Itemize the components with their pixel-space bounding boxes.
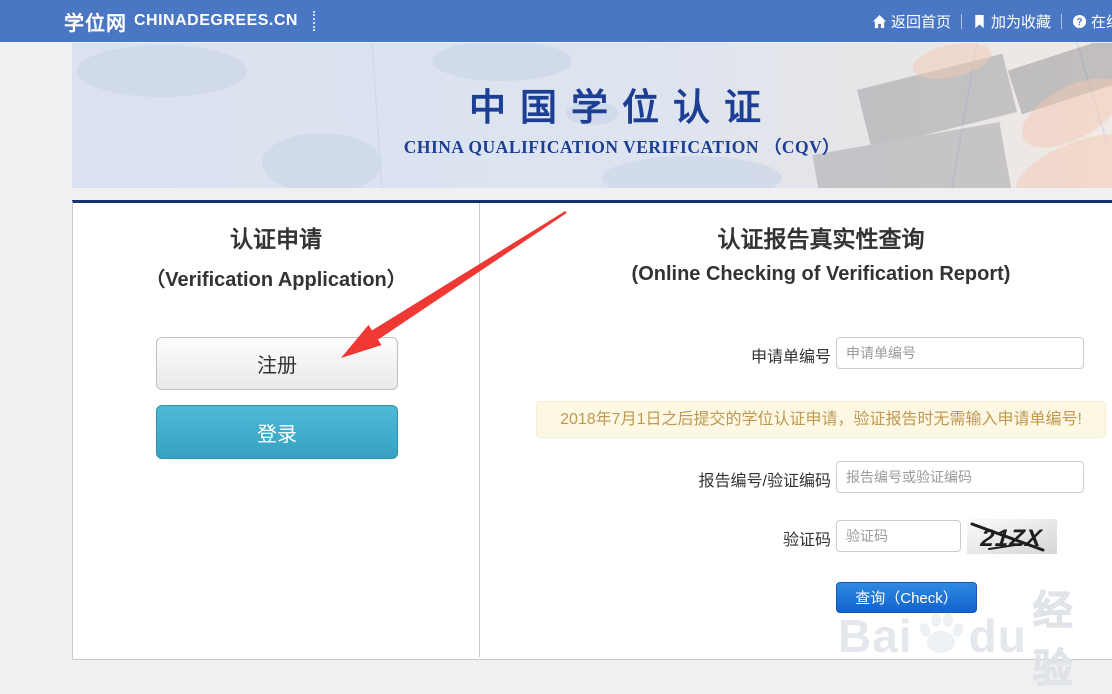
check-button[interactable]: 查询（Check） xyxy=(836,582,977,613)
top-navigation-bar: 学位网 CHINADEGREES.CN 返回首页 加为收藏 ? 在线帮助 xyxy=(0,0,1112,42)
report-number-label: 报告编号/验证编码 xyxy=(601,467,831,491)
register-button[interactable]: 注册 xyxy=(156,337,398,390)
online-help-link[interactable]: ? 在线帮助 xyxy=(1062,11,1112,32)
left-heading-en: （Verification Application） xyxy=(73,263,479,292)
banner-title-en: CHINA QUALIFICATION VERIFICATION （CQV） xyxy=(132,134,1112,159)
login-button[interactable]: 登录 xyxy=(156,405,398,459)
bookmark-icon xyxy=(972,14,987,29)
site-logo-domain: CHINADEGREES.CN xyxy=(134,12,298,30)
left-panel-heading: 认证申请 （Verification Application） xyxy=(73,220,479,292)
captcha-label: 验证码 xyxy=(601,526,831,550)
home-link[interactable]: 返回首页 xyxy=(862,11,961,32)
help-icon: ? xyxy=(1072,14,1087,29)
banner-titles: 中国学位认证 CHINA QUALIFICATION VERIFICATION … xyxy=(132,77,1112,159)
application-number-input[interactable] xyxy=(836,337,1084,369)
left-heading-cn: 认证申请 xyxy=(73,220,479,254)
online-help-label: 在线帮助 xyxy=(1091,11,1112,32)
hero-banner: 中国学位认证 CHINA QUALIFICATION VERIFICATION … xyxy=(72,43,1112,188)
logo-dotted-separator xyxy=(313,11,315,31)
svg-text:?: ? xyxy=(1077,16,1083,27)
captcha-image[interactable]: 21ZX xyxy=(967,519,1057,554)
application-number-label: 申请单编号 xyxy=(601,343,831,367)
add-favorite-link[interactable]: 加为收藏 xyxy=(962,11,1061,32)
topbar-links: 返回首页 加为收藏 ? 在线帮助 xyxy=(862,0,1112,42)
main-panel: 认证申请 （Verification Application） 注册 登录 认证… xyxy=(72,200,1112,660)
site-logo-cn: 学位网 xyxy=(64,7,127,36)
right-heading-en: (Online Checking of Verification Report) xyxy=(479,263,1112,286)
banner-title-cn: 中国学位认证 xyxy=(132,77,1112,131)
right-panel-heading: 认证报告真实性查询 (Online Checking of Verificati… xyxy=(479,220,1112,286)
home-icon xyxy=(872,14,887,29)
add-favorite-label: 加为收藏 xyxy=(991,11,1051,32)
captcha-input[interactable] xyxy=(836,520,961,552)
home-link-label: 返回首页 xyxy=(891,11,951,32)
site-logo[interactable]: 学位网 CHINADEGREES.CN xyxy=(64,0,315,42)
report-number-input[interactable] xyxy=(836,461,1084,493)
notice-message: 2018年7月1日之后提交的学位认证申请，验证报告时无需输入申请单编号! xyxy=(536,401,1106,438)
right-heading-cn: 认证报告真实性查询 xyxy=(479,220,1112,254)
